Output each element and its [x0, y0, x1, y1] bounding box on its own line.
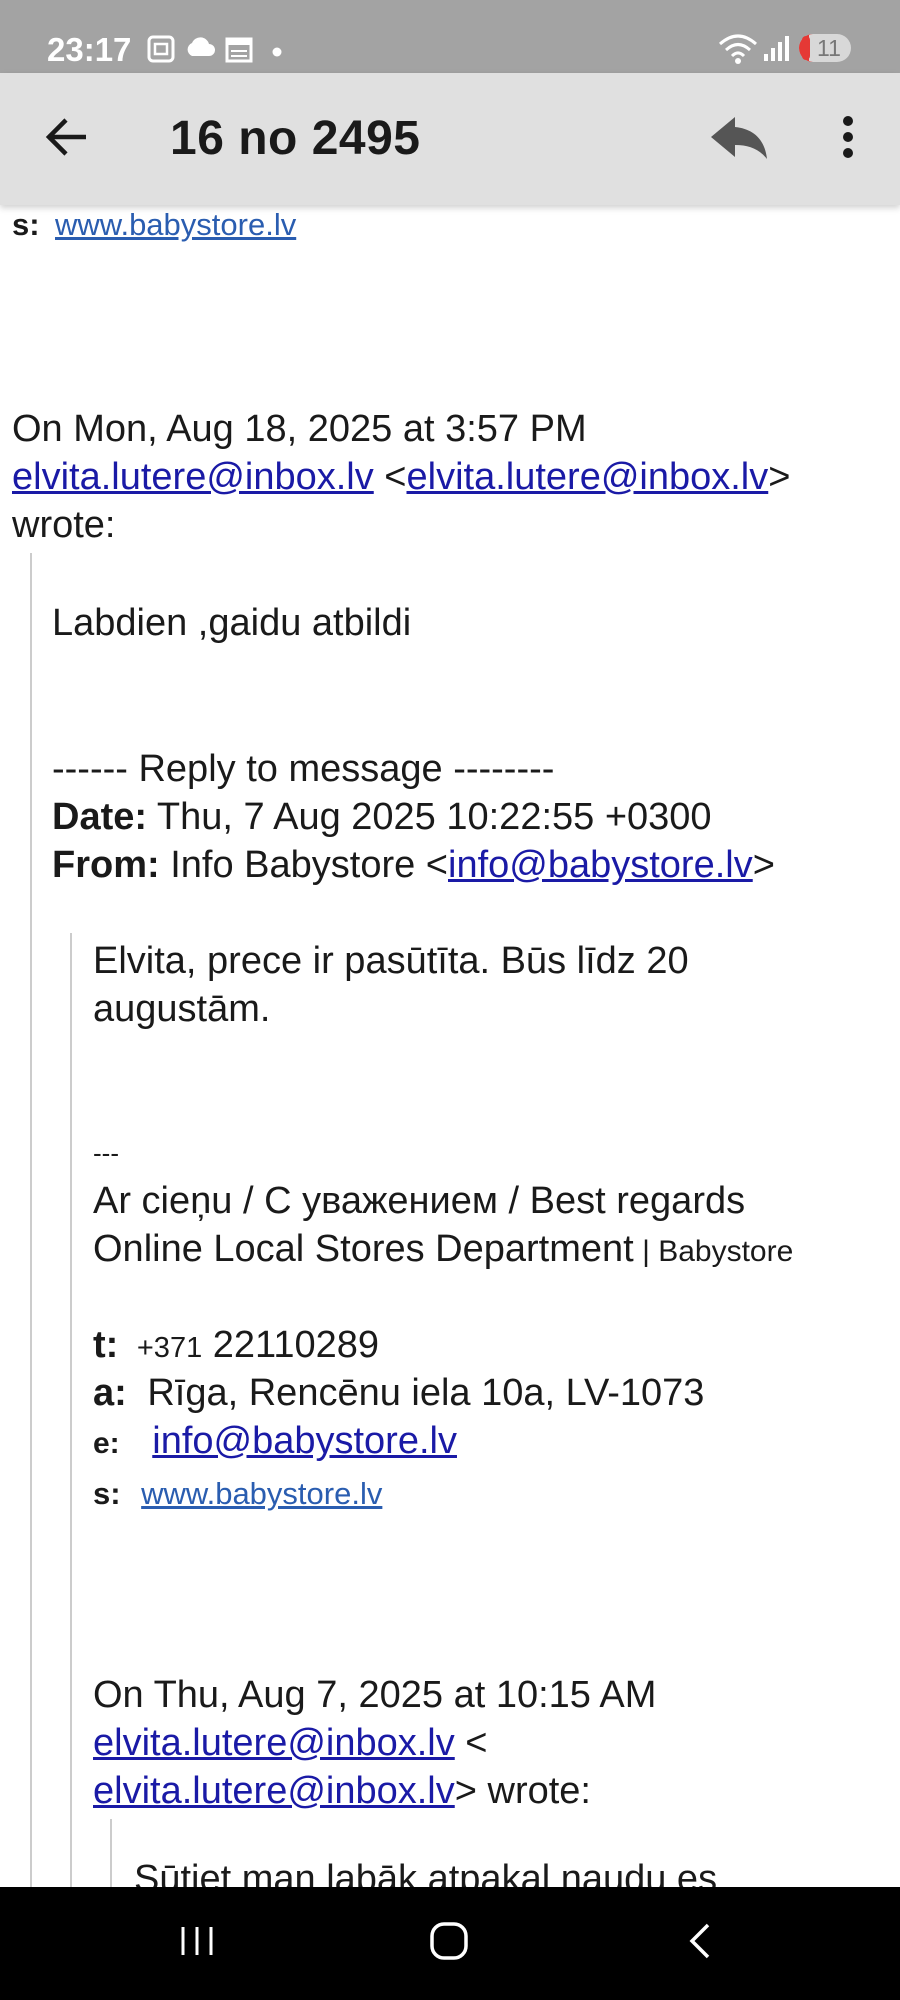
recent-apps-icon: [177, 1923, 217, 1964]
quote-header-emails: elvita.lutere@inbox.lv <elvita.lutere@in…: [12, 453, 790, 501]
sender-email-link-2[interactable]: elvita.lutere@inbox.lv: [407, 456, 769, 498]
signature-site: s: www.babystore.lv: [93, 1468, 382, 1518]
phone-number: 22110289: [202, 1324, 380, 1366]
quote-bar-level-1: [30, 553, 32, 1887]
sender-email-link[interactable]: elvita.lutere@inbox.lv: [12, 456, 374, 498]
back-icon: [686, 1921, 714, 1966]
home-button[interactable]: [389, 1907, 509, 1979]
top-app-bar: 16 no 2495: [0, 73, 900, 205]
screenshot-icon: [146, 34, 176, 69]
reply-icon: [709, 113, 769, 166]
date-label: Date:: [52, 796, 148, 838]
lt-sign: <: [373, 456, 407, 498]
site-label: s:: [93, 1476, 121, 1511]
sig-site-link[interactable]: www.babystore.lv: [55, 205, 296, 249]
signature-department: Online Local Stores Department | Babysto…: [93, 1225, 793, 1276]
message-counter-title: 16 no 2495: [170, 112, 421, 165]
quote-bar-level-2: [70, 933, 72, 1887]
back-button[interactable]: [30, 103, 102, 175]
signature-site-link[interactable]: www.babystore.lv: [141, 1476, 382, 1511]
signature-dashes: ---: [93, 1138, 119, 1168]
address-value: Rīga, Rencēnu iela 10a, LV-1073: [147, 1372, 705, 1414]
battery-level: 11: [817, 35, 841, 61]
more-vert-icon: [842, 115, 854, 164]
home-icon: [429, 1921, 469, 1966]
department-name: Online Local Stores Department: [93, 1228, 634, 1270]
status-time: 23:17: [47, 31, 132, 68]
date-value: Thu, 7 Aug 2025 10:22:55 +0300: [147, 796, 712, 838]
signal-icon: [762, 34, 790, 67]
sig-site-label: s:: [12, 207, 40, 242]
signature-regards: Ar cieņu / С уважением / Best regards: [93, 1180, 746, 1222]
quote-bar-level-3: [110, 1819, 112, 1887]
email-label: e:: [93, 1427, 120, 1460]
quote-header-emails-2: elvita.lutere@inbox.lv> wrote:: [93, 1767, 591, 1815]
quote-header-line: On Mon, Aug 18, 2025 at 3:57 PM: [12, 408, 587, 450]
reply-date: Date: Thu, 7 Aug 2025 10:22:55 +0300: [52, 793, 712, 841]
back-arrow-icon: [44, 117, 88, 162]
signature-address: a: Rīga, Rencēnu iela 10a, LV-1073: [93, 1369, 704, 1417]
reply-from: From: Info Babystore <info@babystore.lv>: [52, 841, 775, 889]
quote-header-wrote: wrote:: [12, 504, 116, 546]
wifi-icon: [718, 32, 758, 69]
phone-label: t:: [93, 1324, 119, 1366]
reply-separator: ------ Reply to message --------: [52, 748, 555, 790]
quote-body-line-1: Elvita, prece ir pasūtīta. Būs līdz 20: [93, 940, 689, 982]
quote-header-emails: elvita.lutere@inbox.lv <: [93, 1719, 488, 1767]
lt-sign: <: [454, 1722, 488, 1764]
email-body[interactable]: s: www.babystore.lv On Mon, Aug 18, 2025…: [0, 205, 900, 1887]
calendar-icon: [224, 34, 254, 69]
quote-body-text: Labdien ,gaidu atbildi: [52, 602, 412, 644]
signature-email-link[interactable]: info@babystore.lv: [152, 1420, 457, 1462]
address-label: a:: [93, 1372, 127, 1414]
cloud-icon: [184, 34, 216, 65]
nav-back-button[interactable]: [640, 1907, 760, 1979]
quote-body-line-2: augustām.: [93, 988, 271, 1030]
quote-header-line: On Thu, Aug 7, 2025 at 10:15 AM: [93, 1674, 657, 1716]
sender-email-link-2[interactable]: elvita.lutere@inbox.lv: [93, 1770, 455, 1812]
from-label: From:: [52, 844, 160, 886]
signature-phone: t: +371 22110289: [93, 1321, 379, 1372]
signature-email: e: info@babystore.lv: [93, 1417, 457, 1468]
reply-button[interactable]: [703, 103, 775, 175]
from-email-link[interactable]: info@babystore.lv: [448, 844, 753, 886]
status-bar: 23:17 11: [0, 0, 900, 73]
quote-header-wrote: > wrote:: [454, 1770, 591, 1812]
gt-sign: >: [752, 844, 775, 886]
recent-apps-button[interactable]: [137, 1907, 257, 1979]
sender-email-link[interactable]: elvita.lutere@inbox.lv: [93, 1722, 455, 1764]
dot-icon: [272, 44, 282, 62]
phone-prefix: +371: [136, 1332, 203, 1364]
system-nav-bar: [0, 1887, 900, 2000]
from-name: Info Babystore <: [159, 844, 448, 886]
more-options-button[interactable]: [812, 103, 884, 175]
quote-body-partial: Sūtiet man labāk atpakaļ naudu es: [134, 1858, 718, 1887]
gt-sign: >: [768, 456, 791, 498]
company-name: | Babystore: [633, 1235, 794, 1268]
